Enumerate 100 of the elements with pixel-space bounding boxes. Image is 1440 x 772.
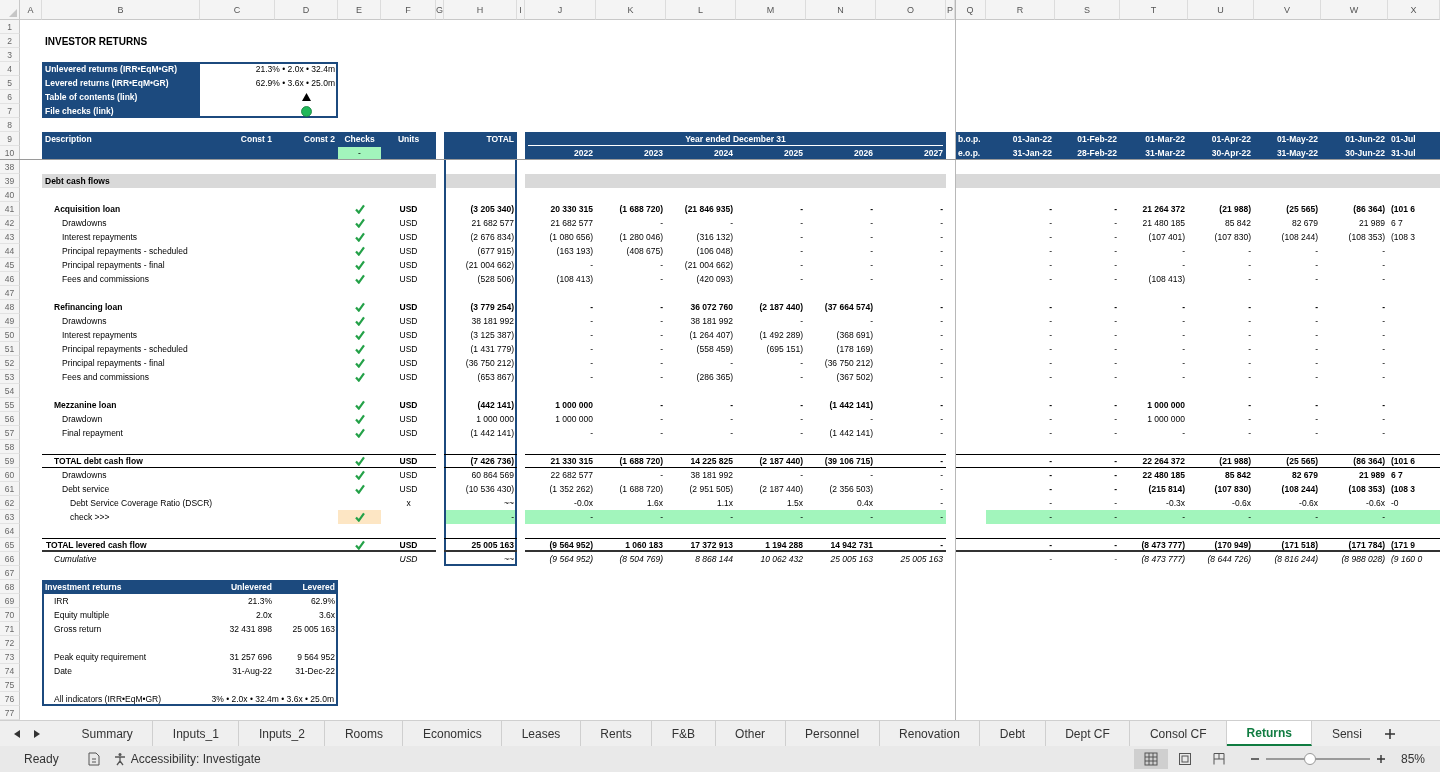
row-header[interactable]: 38 [0, 160, 20, 174]
zoom-slider[interactable] [1266, 753, 1370, 765]
total-cell: ~~ [504, 498, 514, 508]
row-header[interactable]: 77 [0, 706, 20, 720]
column-header[interactable]: B [42, 0, 200, 20]
table-cell: - [800, 260, 803, 270]
row-header[interactable]: 64 [0, 524, 20, 538]
row-header[interactable]: 56 [0, 412, 20, 426]
triangle-icon[interactable] [302, 93, 311, 101]
row-header[interactable]: 72 [0, 636, 20, 650]
row-label: Equity multiple [54, 610, 110, 620]
row-header[interactable]: 47 [0, 286, 20, 300]
row-header[interactable]: 69 [0, 594, 20, 608]
row-header[interactable]: 76 [0, 692, 20, 706]
row-header[interactable]: 9 [0, 132, 20, 146]
zoom-level[interactable]: 85% [1386, 752, 1440, 766]
column-header[interactable]: H [444, 0, 517, 20]
row-header[interactable]: 75 [0, 678, 20, 692]
row-header[interactable]: 58 [0, 440, 20, 454]
row-header[interactable]: 40 [0, 188, 20, 202]
row-header[interactable]: 44 [0, 244, 20, 258]
row-header[interactable]: 63 [0, 510, 20, 524]
row-header[interactable]: 49 [0, 314, 20, 328]
column-header[interactable]: A [20, 0, 42, 20]
column-header[interactable]: X [1388, 0, 1440, 20]
slider-thumb[interactable] [1303, 753, 1316, 765]
row-header[interactable]: 10 [0, 146, 20, 160]
row-header[interactable]: 74 [0, 664, 20, 678]
row-header[interactable]: 54 [0, 384, 20, 398]
row-header[interactable]: 70 [0, 608, 20, 622]
scroll-left-icon[interactable] [12, 728, 22, 739]
row-header[interactable]: 5 [0, 76, 20, 90]
document-icon[interactable] [86, 752, 101, 766]
row-header[interactable]: 62 [0, 496, 20, 510]
column-header[interactable]: Q [955, 0, 986, 20]
column-header[interactable]: S [1055, 0, 1120, 20]
row-header[interactable]: 55 [0, 398, 20, 412]
row-header[interactable]: 41 [0, 202, 20, 216]
row-header[interactable]: 43 [0, 230, 20, 244]
column-header[interactable]: N [806, 0, 876, 20]
row-header[interactable]: 45 [0, 258, 20, 272]
column-header[interactable]: O [876, 0, 946, 20]
column-header[interactable]: R [986, 0, 1055, 20]
row-header[interactable]: 66 [0, 552, 20, 566]
row-header[interactable]: 60 [0, 468, 20, 482]
accessibility-icon[interactable] [112, 752, 127, 766]
table-cell: - [1382, 302, 1385, 312]
row-header[interactable]: 67 [0, 566, 20, 580]
column-header[interactable]: K [596, 0, 666, 20]
add-sheet-icon[interactable] [1384, 727, 1396, 740]
row-header[interactable]: 1 [0, 20, 20, 34]
table-cell: (1 442 141) [829, 400, 873, 410]
column-header[interactable]: F [381, 0, 436, 20]
column-header[interactable]: U [1188, 0, 1254, 20]
row-header[interactable]: 65 [0, 538, 20, 552]
row-header[interactable]: 73 [0, 650, 20, 664]
column-header[interactable]: T [1120, 0, 1188, 20]
column-header[interactable]: I [517, 0, 525, 20]
row-header[interactable]: 48 [0, 300, 20, 314]
column-header[interactable]: L [666, 0, 736, 20]
row-header[interactable]: 42 [0, 216, 20, 230]
column-header[interactable]: E [338, 0, 381, 20]
view-button[interactable] [1134, 749, 1168, 769]
row-header[interactable]: 50 [0, 328, 20, 342]
row-header[interactable]: 53 [0, 370, 20, 384]
column-header[interactable]: M [736, 0, 806, 20]
circle-icon[interactable] [301, 105, 312, 117]
column-header[interactable]: W [1321, 0, 1388, 20]
row-header[interactable]: 68 [0, 580, 20, 594]
total-cell: ~~ [504, 554, 514, 564]
row-header[interactable]: 6 [0, 90, 20, 104]
row-header[interactable]: 39 [0, 174, 20, 188]
row-header[interactable]: 3 [0, 48, 20, 62]
table-cell: - [1382, 428, 1385, 438]
row-header[interactable]: 61 [0, 482, 20, 496]
row-header[interactable]: 71 [0, 622, 20, 636]
row-header[interactable]: 7 [0, 104, 20, 118]
column-header[interactable]: D [275, 0, 338, 20]
column-header[interactable]: V [1254, 0, 1321, 20]
zoom-in-icon[interactable] [1376, 754, 1386, 764]
row-header[interactable]: 2 [0, 34, 20, 48]
table-cell: 62.9% [310, 596, 335, 606]
table-cell: (25 565) [1286, 456, 1318, 466]
column-heading: 2024 [714, 148, 733, 158]
sheet-tab[interactable]: Returns [1227, 721, 1313, 746]
row-header[interactable]: 51 [0, 342, 20, 356]
row-header[interactable]: 59 [0, 454, 20, 468]
scroll-right-icon[interactable] [32, 728, 42, 739]
row-header[interactable]: 52 [0, 356, 20, 370]
column-header[interactable]: J [525, 0, 596, 20]
row-label: Debt service [62, 484, 110, 494]
accessibility-status[interactable]: Accessibility: Investigate [130, 752, 261, 766]
column-header[interactable]: C [200, 0, 275, 20]
section-title: Debt cash flows [45, 176, 110, 186]
row-header[interactable]: 57 [0, 426, 20, 440]
row-header[interactable]: 4 [0, 62, 20, 76]
row-header[interactable]: 8 [0, 118, 20, 132]
table-cell: 8 868 144 [695, 554, 733, 564]
column-header[interactable]: P [946, 0, 955, 20]
row-header[interactable]: 46 [0, 272, 20, 286]
